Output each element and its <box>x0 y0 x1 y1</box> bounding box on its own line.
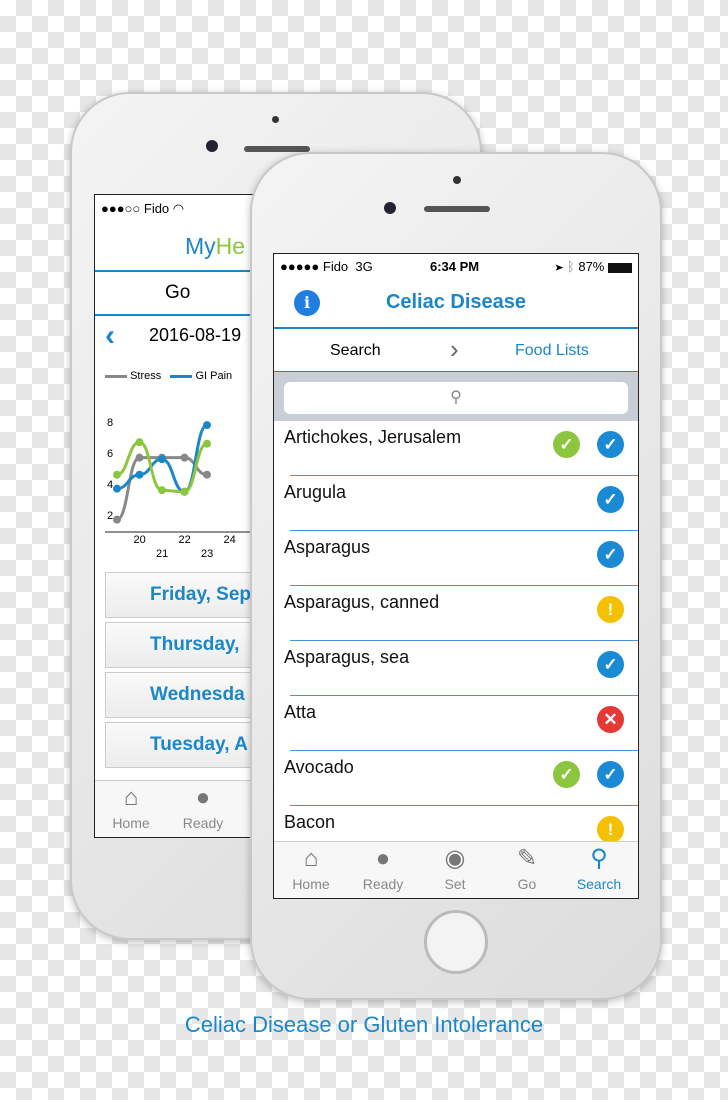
search-icon: ⚲ <box>450 389 462 406</box>
caption: Celiac Disease or Gluten Intolerance <box>184 1012 544 1037</box>
status-bar: ●●●●● Fido 3G 6:34 PM ➤ ᛒ 87% <box>280 259 632 274</box>
front-phone: ●●●●● Fido 3G 6:34 PM ➤ ᛒ 87% i Celiac D… <box>250 152 662 1000</box>
page-title: Celiac Disease <box>385 291 527 313</box>
tab-go[interactable]: ✎ Go <box>491 842 563 898</box>
x-tick-label: 21 <box>156 548 168 560</box>
data-point <box>113 470 121 479</box>
data-point <box>135 470 144 479</box>
food-list-item[interactable]: Asparagus ✓ <box>274 531 638 586</box>
battery-icon <box>608 262 632 273</box>
bluetooth-icon: ᛒ <box>566 259 575 274</box>
tab-home[interactable]: ⌂ Home <box>95 781 167 837</box>
plate-icon: ◉ <box>444 845 466 872</box>
food-list-item[interactable]: Bacon! <box>274 806 638 841</box>
food-name: Asparagus <box>284 537 371 557</box>
carrier: ●●●○○ Fido <box>101 201 170 216</box>
x-tick-label: 23 <box>201 548 213 560</box>
red-x-icon: ✕ <box>597 706 624 733</box>
warning-icon: ! <box>597 596 624 623</box>
wifi-icon: ◠ <box>172 201 185 216</box>
apple-icon: ● <box>195 784 211 811</box>
data-point <box>203 470 211 479</box>
food-list-item[interactable]: Avocado ✓ ✓ <box>274 751 638 806</box>
data-point <box>180 453 189 462</box>
food-name: Asparagus, sea <box>284 647 410 667</box>
blue-check-icon: ✓ <box>597 541 624 568</box>
tab-label: Go <box>517 876 537 892</box>
search-input[interactable]: ⚲ <box>284 382 628 414</box>
tab-label: Search <box>576 876 622 892</box>
tab-ready[interactable]: ● Ready <box>167 781 239 837</box>
food-name: Artichokes, Jerusalem <box>284 427 462 447</box>
breadcrumb-search[interactable]: Search <box>330 342 381 360</box>
y-tick-label: 2 <box>107 510 113 522</box>
data-point <box>135 453 144 462</box>
search-icon: ⚲ <box>590 845 608 872</box>
data-point <box>135 438 144 447</box>
home-button[interactable] <box>424 910 488 974</box>
app-title: MyHe <box>185 233 246 259</box>
x-tick-label: 20 <box>134 534 146 546</box>
breadcrumb-food-lists[interactable]: Food Lists <box>515 342 589 360</box>
legend: Stress GI Pain <box>105 370 232 382</box>
food-name: Asparagus, canned <box>284 592 440 612</box>
y-tick-label: 8 <box>107 417 113 429</box>
food-list-item[interactable]: Arugula ✓ <box>274 476 638 531</box>
y-tick-label: 4 <box>107 479 113 491</box>
food-list: Artichokes, Jerusalem ✓ ✓ Arugula ✓ Asparagus… <box>274 421 638 841</box>
home-icon: ⌂ <box>303 845 319 872</box>
green-check-icon: ✓ <box>553 431 580 458</box>
tab-label: Home <box>292 876 330 892</box>
chevron-right-icon: › <box>450 334 459 364</box>
data-point <box>203 439 211 448</box>
day-row[interactable]: Friday, Sep <box>105 572 265 618</box>
data-point <box>158 455 166 464</box>
data-point <box>158 486 166 495</box>
day-row[interactable]: Wednesda <box>105 672 265 718</box>
data-point <box>113 515 121 524</box>
tab-search[interactable]: ⚲ Search <box>563 842 635 898</box>
green-check-icon: ✓ <box>553 761 580 788</box>
location-icon: ➤ <box>555 259 564 274</box>
data-point <box>203 421 211 430</box>
chevron-left-icon[interactable]: ‹ <box>105 319 115 353</box>
tab-home[interactable]: ⌂ Home <box>275 842 347 898</box>
data-point <box>180 487 189 496</box>
food-name: Atta <box>284 702 317 722</box>
food-name: Avocado <box>284 757 354 777</box>
tab-label: Set <box>444 876 466 892</box>
home-icon: ⌂ <box>123 784 139 811</box>
blue-check-icon: ✓ <box>597 431 624 458</box>
camera <box>384 202 396 214</box>
food-name: Bacon <box>284 812 336 832</box>
camera <box>206 140 218 152</box>
blue-check-icon: ✓ <box>597 486 624 513</box>
warning-icon: ! <box>597 816 624 841</box>
blue-check-icon: ✓ <box>597 761 624 788</box>
blue-check-icon: ✓ <box>597 651 624 678</box>
segment-go[interactable]: Go <box>165 282 190 304</box>
front-screen: ●●●●● Fido 3G 6:34 PM ➤ ᛒ 87% i Celiac D… <box>273 253 639 899</box>
notebook-pencil-icon: ✎ <box>516 845 538 872</box>
y-tick-label: 6 <box>107 448 113 460</box>
x-tick-label: 22 <box>179 534 191 546</box>
food-list-item[interactable]: Atta ✕ <box>274 696 638 751</box>
day-row[interactable]: Tuesday, A <box>105 722 265 768</box>
tab-ready[interactable]: ● Ready <box>347 842 419 898</box>
data-point <box>113 484 121 493</box>
food-list-item[interactable]: Asparagus, sea ✓ <box>274 641 638 696</box>
tab-set[interactable]: ◉ Set <box>419 842 491 898</box>
speaker <box>424 206 490 212</box>
food-name: Arugula <box>284 482 347 502</box>
speaker <box>244 146 310 152</box>
date-label: 2016-08-19 <box>149 325 242 345</box>
food-list-item[interactable]: Asparagus, canned! <box>274 586 638 641</box>
apple-icon: ● <box>375 845 391 872</box>
tab-label: Ready <box>362 876 404 892</box>
tab-bar: ⌂ Home ● Ready ◉ Set ✎ Go ⚲ Search <box>274 841 638 898</box>
food-list-item[interactable]: Artichokes, Jerusalem ✓ ✓ <box>274 421 638 476</box>
x-tick-label: 24 <box>224 534 236 546</box>
day-row[interactable]: Thursday, <box>105 622 265 668</box>
